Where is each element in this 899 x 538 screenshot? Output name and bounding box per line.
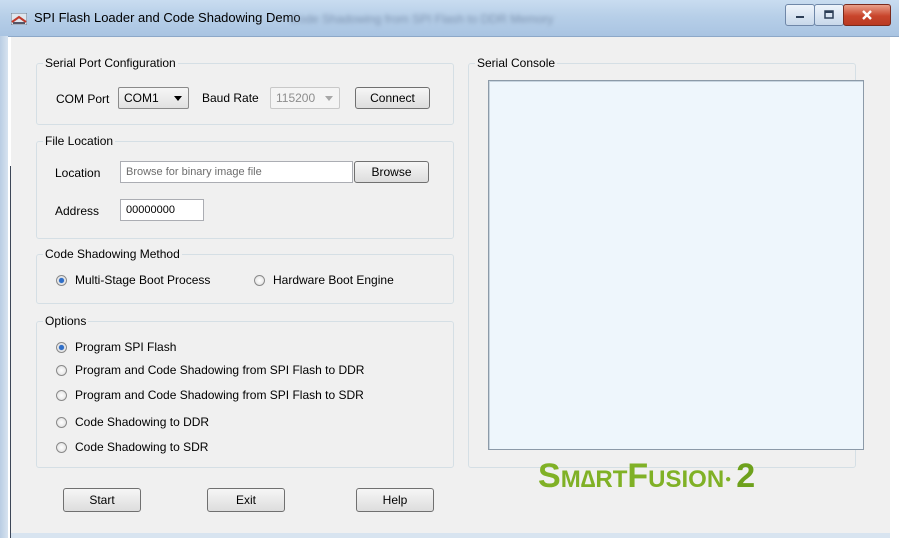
minimize-button[interactable]: [785, 4, 815, 26]
radio-unselected-icon: [56, 364, 67, 376]
option-program-spi-flash[interactable]: Program SPI Flash: [56, 340, 176, 354]
serial-console-group-label: Serial Console: [475, 56, 558, 70]
option-label: Program SPI Flash: [75, 340, 177, 354]
logo-text-usion: USION: [648, 466, 725, 493]
logo-text-f: F: [627, 457, 649, 495]
help-button[interactable]: Help: [356, 488, 434, 512]
option-label: Program and Code Shadowing from SPI Flas…: [75, 388, 364, 402]
logo-symbol: ∆: [580, 466, 596, 493]
address-input[interactable]: 00000000: [120, 199, 204, 221]
code-shadowing-group-label: Code Shadowing Method: [43, 247, 182, 261]
window-bottom-edge: [11, 533, 890, 538]
baud-rate-label: Baud Rate: [202, 91, 259, 105]
logo-text-s: S: [538, 457, 561, 495]
radio-hardware-boot-engine[interactable]: Hardware Boot Engine: [254, 273, 394, 287]
com-port-select[interactable]: COM1: [118, 87, 189, 109]
app-icon: [11, 13, 27, 25]
smartfusion2-logo: SM∆RTFUSION● 2: [538, 457, 818, 497]
exit-button[interactable]: Exit: [207, 488, 285, 512]
window-frame: [0, 36, 12, 538]
logo-text-2: 2: [736, 457, 756, 495]
option-label: Code Shadowing to DDR: [75, 415, 210, 429]
radio-selected-icon: [56, 341, 67, 353]
serial-port-group-label: Serial Port Configuration: [43, 56, 178, 70]
com-port-value: COM1: [124, 91, 159, 105]
option-shadow-sdr[interactable]: Code Shadowing to SDR: [56, 440, 208, 454]
location-input[interactable]: Browse for binary image file: [120, 161, 353, 183]
option-label: Program and Code Shadowing from SPI Flas…: [75, 363, 365, 377]
minimize-icon: [796, 16, 804, 18]
start-button[interactable]: Start: [63, 488, 141, 512]
browse-button[interactable]: Browse: [354, 161, 429, 183]
radio-unselected-icon: [254, 274, 265, 286]
radio-selected-icon: [56, 274, 67, 286]
file-location-group: File Location: [36, 134, 454, 239]
radio-hardware-boot-engine-label: Hardware Boot Engine: [273, 273, 394, 287]
location-label: Location: [55, 166, 101, 180]
window-title: SPI Flash Loader and Code Shadowing Demo: [34, 10, 301, 25]
option-program-shadow-sdr[interactable]: Program and Code Shadowing from SPI Flas…: [56, 388, 364, 402]
close-button[interactable]: [843, 4, 891, 26]
logo-text-m: M: [560, 466, 581, 493]
radio-unselected-icon: [56, 416, 67, 428]
radio-unselected-icon: [56, 441, 67, 453]
logo-registered-dot: ●: [725, 474, 732, 485]
radio-unselected-icon: [56, 389, 67, 401]
chevron-down-icon: [325, 96, 333, 101]
location-placeholder: Browse for binary image file: [126, 166, 262, 178]
window-controls: [785, 4, 891, 26]
com-port-label: COM Port: [56, 92, 110, 106]
close-icon: [862, 10, 872, 20]
maximize-icon: [824, 10, 834, 19]
baud-rate-value: 115200: [276, 91, 316, 105]
baud-rate-select[interactable]: 115200: [270, 87, 340, 109]
title-bar[interactable]: SPI Flash Loader and Code Shadowing Demo…: [0, 0, 899, 37]
address-value: 00000000: [126, 204, 175, 216]
address-label: Address: [55, 204, 100, 218]
options-group-label: Options: [43, 314, 89, 328]
maximize-button[interactable]: [814, 4, 844, 26]
logo-text-rt: RT: [595, 466, 628, 493]
connect-button[interactable]: Connect: [355, 87, 430, 109]
window-title-blurred: Code Shadowing from SPI Flash to DDR Mem…: [290, 12, 554, 26]
radio-multi-stage-boot-label: Multi-Stage Boot Process: [75, 273, 211, 287]
option-label: Code Shadowing to SDR: [75, 440, 209, 454]
radio-multi-stage-boot[interactable]: Multi-Stage Boot Process: [56, 273, 210, 287]
file-location-group-label: File Location: [43, 134, 116, 148]
option-shadow-ddr[interactable]: Code Shadowing to DDR: [56, 415, 209, 429]
chevron-down-icon: [174, 96, 182, 101]
serial-console-output[interactable]: [488, 80, 864, 450]
option-program-shadow-ddr[interactable]: Program and Code Shadowing from SPI Flas…: [56, 363, 364, 377]
